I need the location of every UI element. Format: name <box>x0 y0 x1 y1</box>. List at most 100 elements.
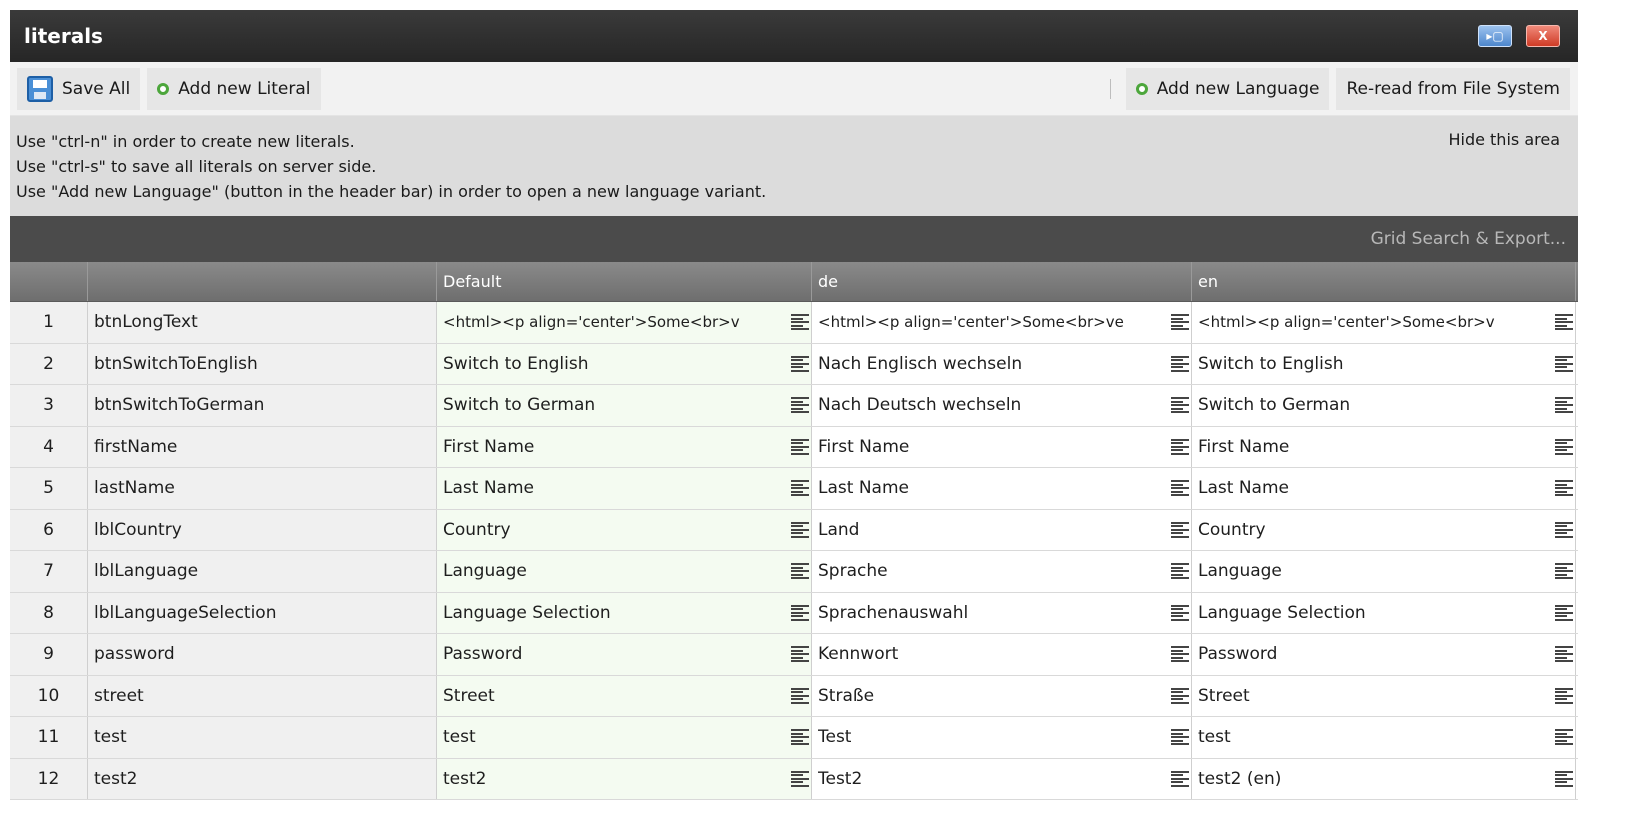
value-cell-de[interactable]: Test <box>812 717 1192 758</box>
value-cell-en[interactable]: Street <box>1192 675 1576 716</box>
text-editor-icon[interactable] <box>791 521 809 538</box>
text-editor-icon[interactable] <box>1171 604 1189 621</box>
value-cell-en[interactable]: Country <box>1192 509 1576 550</box>
hide-area-link[interactable]: Hide this area <box>1448 127 1560 152</box>
value-cell-de[interactable]: Straße <box>812 675 1192 716</box>
table-row[interactable]: 2 btnSwitchToEnglish Switch to English Nach… <box>10 343 1578 385</box>
text-editor-icon[interactable] <box>791 646 809 663</box>
value-cell-de[interactable]: Kennwort <box>812 634 1192 675</box>
literal-key-cell[interactable]: lblLanguage <box>88 551 437 592</box>
value-cell-en[interactable]: Language <box>1192 551 1576 592</box>
value-cell-en[interactable]: Switch to German <box>1192 385 1576 426</box>
text-editor-icon[interactable] <box>791 355 809 372</box>
value-cell-de[interactable]: Sprache <box>812 551 1192 592</box>
text-editor-icon[interactable] <box>1555 438 1573 455</box>
text-editor-icon[interactable] <box>791 770 809 787</box>
table-row[interactable]: 5 lastName Last Name Last Name Last Name <box>10 468 1578 510</box>
value-cell-de[interactable]: Nach Englisch wechseln <box>812 343 1192 384</box>
text-editor-icon[interactable] <box>791 397 809 414</box>
text-editor-icon[interactable] <box>1171 563 1189 580</box>
text-editor-icon[interactable] <box>1555 521 1573 538</box>
table-row[interactable]: 4 firstName First Name First Name First Name <box>10 426 1578 468</box>
value-cell-de[interactable]: Sprachenauswahl <box>812 592 1192 633</box>
table-row[interactable]: 10 street Street Straße Street <box>10 675 1578 717</box>
literal-key-cell[interactable]: test2 <box>88 758 437 799</box>
column-header-default[interactable]: Default <box>437 262 812 301</box>
literal-key-cell[interactable]: lblCountry <box>88 509 437 550</box>
value-cell-de[interactable]: Nach Deutsch wechseln <box>812 385 1192 426</box>
value-cell-default[interactable]: Country <box>437 509 812 550</box>
text-editor-icon[interactable] <box>1555 397 1573 414</box>
literal-key-cell[interactable]: lblLanguageSelection <box>88 592 437 633</box>
table-row[interactable]: 8 lblLanguageSelection Language Selection S… <box>10 592 1578 634</box>
value-cell-default[interactable]: <html><p align='center'>Some<br>v <box>437 302 812 343</box>
column-header-en[interactable]: en <box>1192 262 1576 301</box>
value-cell-default[interactable]: Password <box>437 634 812 675</box>
value-cell-en[interactable]: Language Selection <box>1192 592 1576 633</box>
value-cell-de[interactable]: Test2 <box>812 758 1192 799</box>
literal-key-cell[interactable]: street <box>88 675 437 716</box>
close-icon[interactable]: X <box>1526 25 1560 47</box>
reread-button[interactable]: Re-read from File System <box>1336 67 1570 110</box>
text-editor-icon[interactable] <box>1171 646 1189 663</box>
text-editor-icon[interactable] <box>1171 355 1189 372</box>
value-cell-default[interactable]: Last Name <box>437 468 812 509</box>
text-editor-icon[interactable] <box>791 480 809 497</box>
table-row[interactable]: 11 test test Test test <box>10 717 1578 759</box>
grid-search-export-link[interactable]: Grid Search & Export... <box>1371 229 1566 249</box>
text-editor-icon[interactable] <box>1555 729 1573 746</box>
text-editor-icon[interactable] <box>791 438 809 455</box>
text-editor-icon[interactable] <box>1555 355 1573 372</box>
literal-key-cell[interactable]: firstName <box>88 426 437 467</box>
text-editor-icon[interactable] <box>1171 770 1189 787</box>
text-editor-icon[interactable] <box>791 563 809 580</box>
add-new-literal-button[interactable]: Add new Literal <box>147 67 321 110</box>
text-editor-icon[interactable] <box>791 314 809 331</box>
literal-key-cell[interactable]: lastName <box>88 468 437 509</box>
text-editor-icon[interactable] <box>1555 646 1573 663</box>
table-row[interactable]: 6 lblCountry Country Land Country <box>10 509 1578 551</box>
text-editor-icon[interactable] <box>1171 521 1189 538</box>
value-cell-en[interactable]: <html><p align='center'>Some<br>v <box>1192 302 1576 343</box>
value-cell-default[interactable]: test <box>437 717 812 758</box>
column-header-key[interactable] <box>88 262 437 301</box>
value-cell-de[interactable]: First Name <box>812 426 1192 467</box>
table-row[interactable]: 7 lblLanguage Language Sprache Language <box>10 551 1578 593</box>
literal-key-cell[interactable]: password <box>88 634 437 675</box>
value-cell-default[interactable]: First Name <box>437 426 812 467</box>
text-editor-icon[interactable] <box>1555 563 1573 580</box>
value-cell-en[interactable]: Last Name <box>1192 468 1576 509</box>
value-cell-default[interactable]: Street <box>437 675 812 716</box>
text-editor-icon[interactable] <box>1555 480 1573 497</box>
literal-key-cell[interactable]: btnSwitchToGerman <box>88 385 437 426</box>
value-cell-de[interactable]: Last Name <box>812 468 1192 509</box>
text-editor-icon[interactable] <box>1555 770 1573 787</box>
value-cell-default[interactable]: Language Selection <box>437 592 812 633</box>
text-editor-icon[interactable] <box>1555 314 1573 331</box>
text-editor-icon[interactable] <box>1171 729 1189 746</box>
value-cell-en[interactable]: test <box>1192 717 1576 758</box>
value-cell-default[interactable]: Language <box>437 551 812 592</box>
add-new-language-button[interactable]: Add new Language <box>1125 67 1330 110</box>
text-editor-icon[interactable] <box>1171 314 1189 331</box>
text-editor-icon[interactable] <box>791 729 809 746</box>
value-cell-en[interactable]: First Name <box>1192 426 1576 467</box>
literal-key-cell[interactable]: test <box>88 717 437 758</box>
value-cell-en[interactable]: test2 (en) <box>1192 758 1576 799</box>
text-editor-icon[interactable] <box>1171 480 1189 497</box>
table-row[interactable]: 3 btnSwitchToGerman Switch to German Nach D… <box>10 385 1578 427</box>
text-editor-icon[interactable] <box>791 687 809 704</box>
value-cell-default[interactable]: test2 <box>437 758 812 799</box>
table-row[interactable]: 1 btnLongText <html><p align='center'>Some… <box>10 302 1578 344</box>
value-cell-en[interactable]: Password <box>1192 634 1576 675</box>
column-header-de[interactable]: de <box>812 262 1192 301</box>
value-cell-default[interactable]: Switch to German <box>437 385 812 426</box>
table-row[interactable]: 12 test2 test2 Test2 test2 (en) <box>10 758 1578 800</box>
save-all-button[interactable]: Save All <box>17 67 141 110</box>
literal-key-cell[interactable]: btnLongText <box>88 302 437 343</box>
value-cell-en[interactable]: Switch to English <box>1192 343 1576 384</box>
text-editor-icon[interactable] <box>1555 687 1573 704</box>
value-cell-de[interactable]: <html><p align='center'>Some<br>ve <box>812 302 1192 343</box>
text-editor-icon[interactable] <box>1555 604 1573 621</box>
text-editor-icon[interactable] <box>1171 687 1189 704</box>
